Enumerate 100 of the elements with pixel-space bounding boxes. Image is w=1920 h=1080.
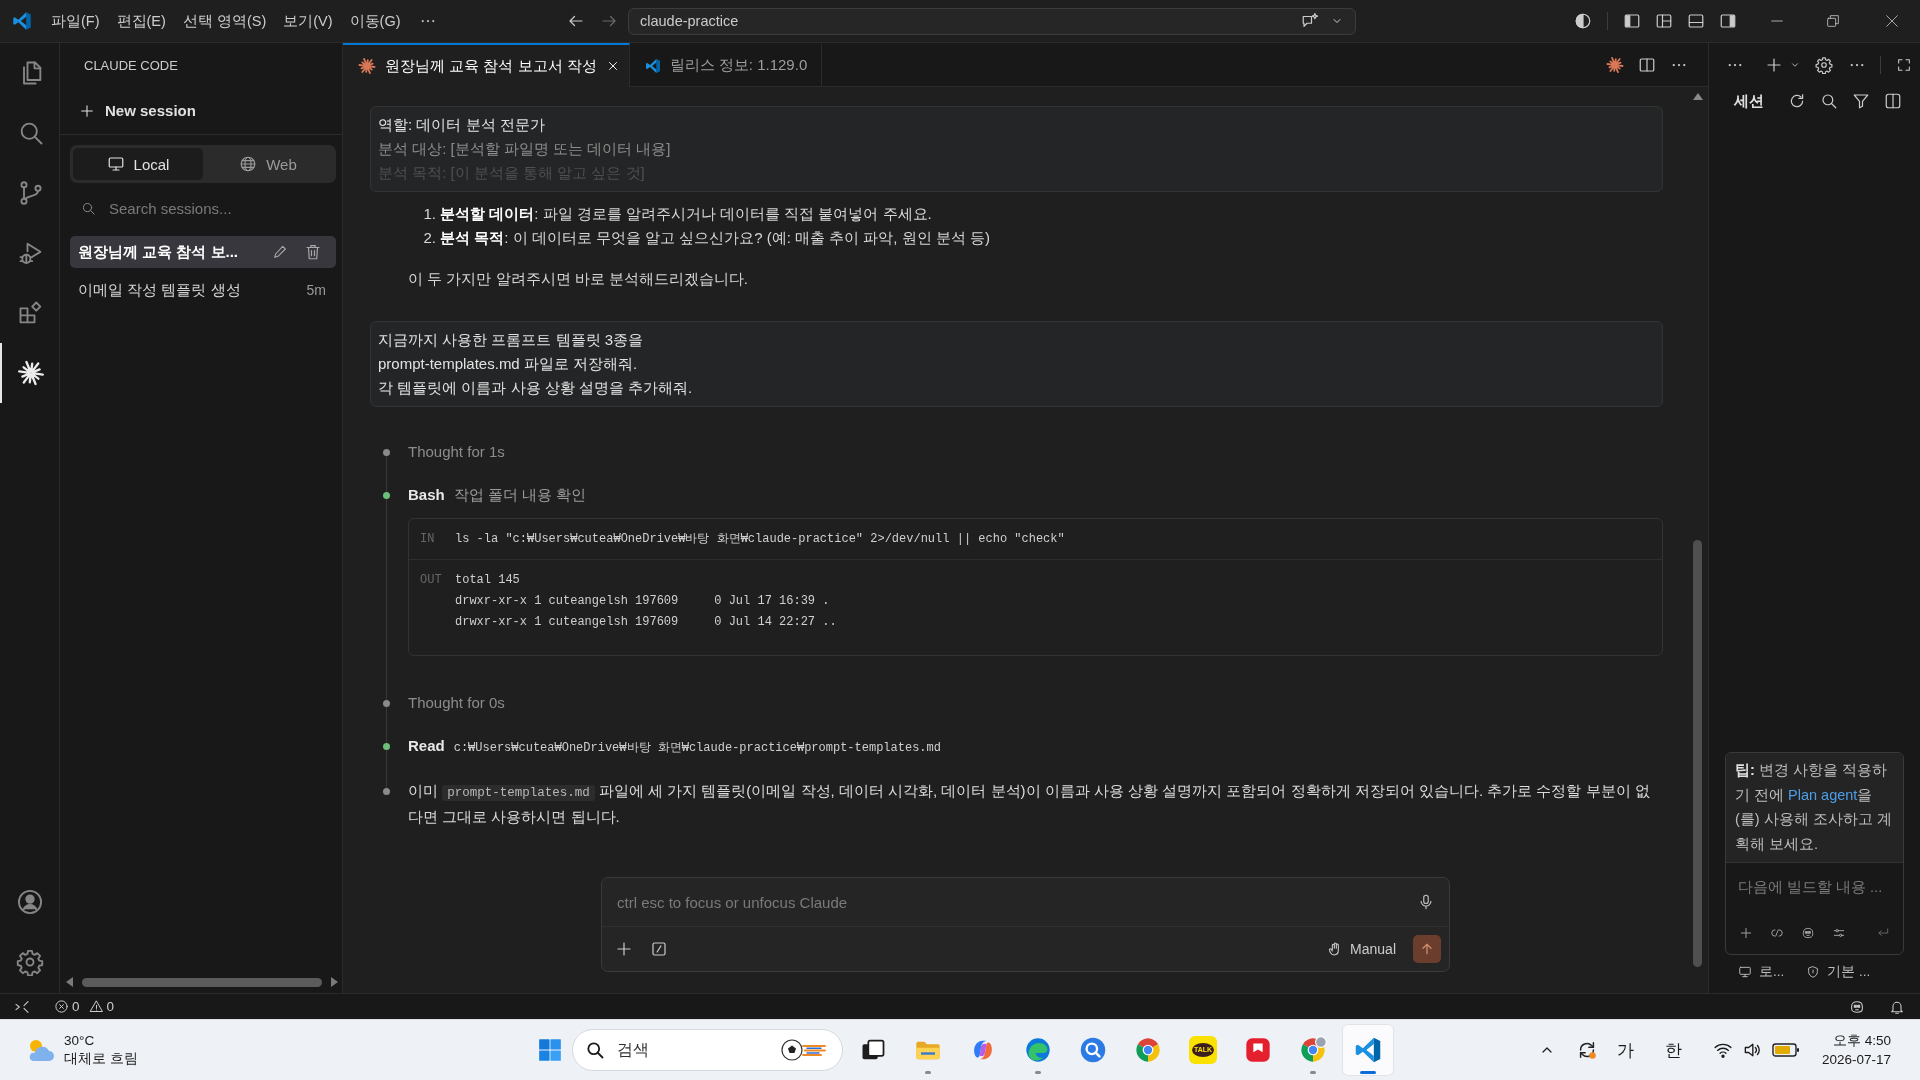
four-squares-icon[interactable]: [537, 1037, 563, 1063]
plus-icon[interactable]: [1739, 926, 1753, 940]
monitor-icon: [1738, 965, 1752, 979]
wheel-with-avatar-icon: [1299, 1036, 1327, 1064]
tip-text: 팁: 변경 사항을 적용하기 전에 Plan agent을(를) 사용해 조사하고 계획해 보세요.: [1726, 753, 1903, 863]
message-input[interactable]: ctrl esc to focus or unfocus Claude: [617, 893, 1417, 911]
split-editor-icon[interactable]: [1638, 55, 1656, 74]
sparkle-icon: [16, 359, 45, 387]
slash-box-icon[interactable]: [650, 940, 668, 958]
editor-tab[interactable]: 원장님께 교육 참석 보고서 작성: [343, 43, 630, 87]
pencil-icon[interactable]: [272, 244, 288, 260]
list-number: 2.: [422, 228, 436, 248]
vertical-scrollbar[interactable]: [1693, 93, 1702, 967]
menu-item[interactable]: 선택 영역(S): [174, 7, 275, 35]
sidebar-right-icon[interactable]: [1719, 12, 1737, 30]
session-item[interactable]: 원장님께 교육 참석 보...: [70, 236, 336, 268]
battery-icon[interactable]: [1771, 1042, 1800, 1058]
magnifier-app-icon: [1079, 1036, 1107, 1064]
maximize-icon[interactable]: [1896, 57, 1912, 73]
menu-item[interactable]: 편집(E): [108, 7, 174, 35]
session-item[interactable]: 이메일 작성 템플릿 생성 5m: [70, 274, 336, 306]
message-line: 분석 대상: [분석할 파일명 또는 데이터 내용]: [378, 139, 672, 159]
settings-icon[interactable]: [15, 948, 44, 976]
warning-icon: [88, 999, 104, 1014]
panel-title: 세션: [1734, 91, 1764, 111]
half-filled-circle-icon[interactable]: [1574, 12, 1592, 30]
search-field[interactable]: 검색: [617, 1041, 768, 1059]
split-panel-icon[interactable]: [1884, 92, 1902, 110]
problems-button[interactable]: 0 0: [54, 999, 115, 1014]
menu-item[interactable]: 파일(F): [43, 7, 108, 35]
app-logo-icon: [1354, 1036, 1382, 1064]
panel-bottom-icon[interactable]: [1687, 12, 1705, 30]
globe-icon: [239, 155, 258, 173]
settings-icon[interactable]: [1815, 56, 1833, 74]
editor-tab[interactable]: 릴리스 정보: 1.129.0: [629, 43, 823, 86]
send-button[interactable]: [1413, 935, 1441, 963]
assistant-message: 이미 prompt-templates.md 파일에 세 가지 템플릿(이메일 작성, 데이터 시각화, 데이터 분석)이 이름과 사용 상황 설명까지 포함되어 정확하게 저장되어 있습니다. 추가로 수정할 부분이 없다면 그대로 사용하시면 됩니다.: [408, 781, 1651, 827]
mode-tab[interactable]: Local: [73, 148, 203, 180]
taskbar-search-bar[interactable]: 검색: [572, 1029, 843, 1071]
robot-face-icon[interactable]: [1849, 998, 1865, 1015]
thought-label[interactable]: Thought for 1s: [408, 443, 505, 460]
message-line: prompt-templates.md 파일로 저장해줘.: [378, 354, 639, 374]
panel-footer-button[interactable]: 기본 ...: [1806, 963, 1871, 981]
list-item-text: 분석할 데이터: 파일 경로를 알려주시거나 데이터를 직접 붙여넣어 주세요.: [440, 204, 932, 224]
output-line: drwxr-xr-x 1 cuteangelsh 197609 0 Jul 14 22:27 ..: [455, 614, 837, 631]
menu-item[interactable]: 이동(G): [341, 7, 409, 35]
app-logo-icon: [644, 57, 661, 74]
trash-icon[interactable]: [304, 243, 322, 261]
sparkle-icon[interactable]: [1606, 55, 1624, 74]
error-icon: [54, 999, 69, 1014]
thought-label[interactable]: Thought for 0s: [408, 694, 505, 711]
filter-icon[interactable]: [1852, 92, 1870, 110]
tip-link[interactable]: Plan agent: [1788, 786, 1858, 803]
clock-time[interactable]: 오후 4:50: [1832, 1031, 1891, 1050]
tool-name: Bash: [408, 485, 445, 505]
monitor-icon: [106, 155, 125, 173]
search-icon[interactable]: [1820, 92, 1838, 110]
menu-item[interactable]: 보기(V): [275, 7, 341, 35]
remote-icon[interactable]: [14, 998, 30, 1015]
search-field[interactable]: Search sessions...: [109, 199, 309, 217]
io-label: IN: [420, 531, 436, 548]
plus-icon: [79, 102, 95, 119]
message-line: 역할: 데이터 분석 전문가: [378, 115, 546, 135]
refresh-icon[interactable]: [1788, 92, 1806, 110]
input-mode-indicator[interactable]: 한: [1664, 1038, 1682, 1062]
panel-footer-button[interactable]: 로...: [1738, 963, 1785, 981]
close-icon[interactable]: [1884, 13, 1900, 29]
robot-face-icon[interactable]: [1801, 926, 1815, 940]
io-label: OUT: [420, 572, 443, 589]
list-item-text: 분석 목적: 이 데이터로 무엇을 알고 싶으신가요? (예: 매출 추이 파악, 원인 분석 등): [440, 228, 991, 248]
output-line: total 145: [455, 572, 520, 589]
sidebar-left-icon[interactable]: [1623, 12, 1641, 30]
clock-date[interactable]: 2026-07-17: [1821, 1050, 1891, 1069]
chat-sparkle-icon[interactable]: [1301, 12, 1319, 30]
message-line: 지금까지 사용한 프롬프트 템플릿 3종을: [378, 330, 644, 350]
app-logo-icon[interactable]: [12, 11, 32, 31]
output-line: drwxr-xr-x 1 cuteangelsh 197609 0 Jul 17 16:39 .: [455, 593, 830, 610]
wheel-icon: [1134, 1036, 1162, 1064]
sliders-icon[interactable]: [1832, 926, 1846, 940]
session-time: 5m: [306, 282, 326, 298]
plus-icon[interactable]: [1765, 56, 1783, 74]
tool-description: 작업 폴더 내용 확인: [453, 485, 587, 505]
file-path: c:₩Users₩cutea₩OneDrive₩바탕 화면₩claude-practice₩prompt-templates.md: [453, 740, 941, 757]
soccer-ball-icon: [780, 1038, 828, 1062]
mode-tab[interactable]: Web: [203, 148, 333, 180]
command-text: ls -la "c:₩Users₩cutea₩OneDrive₩바탕 화면₩claude-practice" 2>/dev/null || echo "check": [455, 531, 1065, 548]
search-icon: [585, 1040, 605, 1060]
mode-button[interactable]: Manual: [1327, 941, 1396, 957]
new-session-button[interactable]: New session: [79, 102, 196, 119]
chevron-down-icon[interactable]: [1790, 60, 1800, 70]
build-input[interactable]: 다음에 빌드할 내용 ...: [1738, 876, 1890, 898]
input-mode-indicator[interactable]: 가: [1616, 1038, 1634, 1062]
plus-icon[interactable]: [615, 940, 633, 958]
sidebar-title: CLAUDE CODE: [84, 57, 178, 73]
command-center[interactable]: claude-practice: [628, 7, 1356, 35]
restore-icon[interactable]: [1825, 13, 1841, 29]
sparkle-icon: [358, 57, 376, 75]
layout-grid-icon[interactable]: [1655, 12, 1673, 30]
wave-globe-icon: [1024, 1036, 1052, 1064]
account-icon[interactable]: [15, 888, 44, 916]
